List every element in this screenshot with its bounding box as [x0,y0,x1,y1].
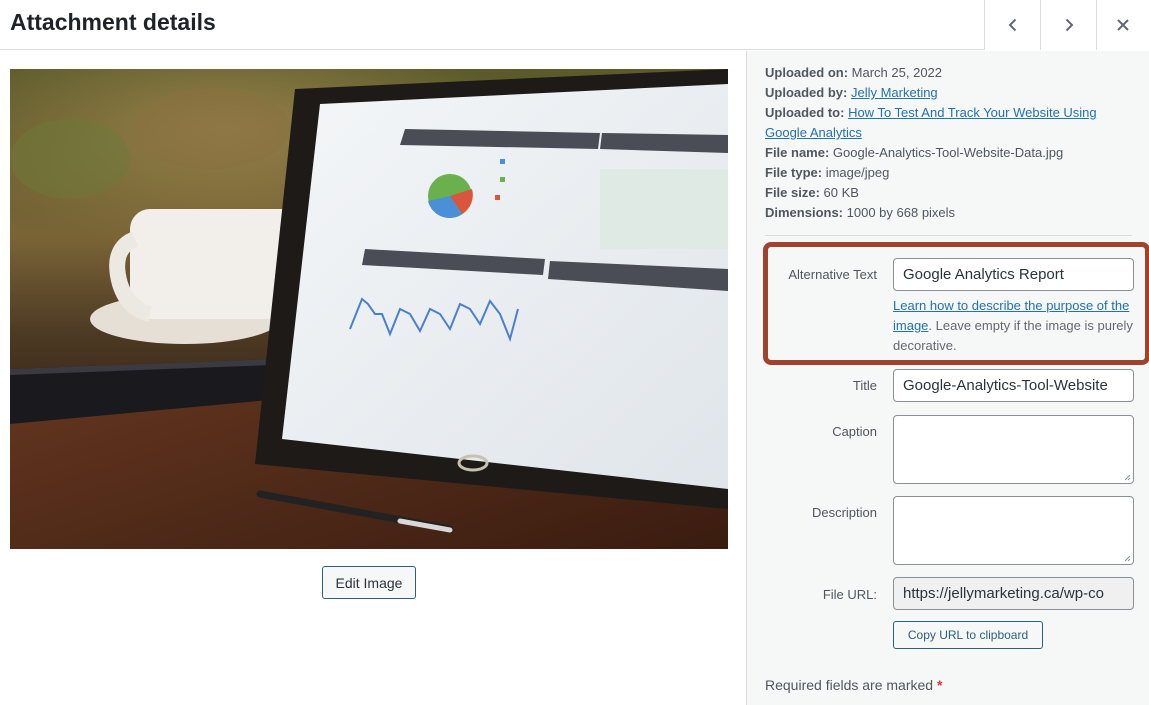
attachment-info-panel: Uploaded on: March 25, 2022 Uploaded by:… [746,51,1149,705]
attachment-image [10,69,728,549]
alt-text-label: Alternative Text [788,267,877,282]
dimensions-row: Dimensions: 1000 by 668 pixels [765,205,956,220]
title-input[interactable]: Google-Analytics-Tool-Website [893,369,1134,402]
uploaded-on-row: Uploaded on: March 25, 2022 [765,65,943,80]
file-size-row: File size: 60 KB [765,185,859,200]
resize-grip-icon[interactable] [1123,473,1131,481]
file-url-input[interactable]: https://jellymarketing.ca/wp-co [893,577,1134,610]
alt-text-help: Learn how to describe the purpose of the… [893,298,1133,353]
attachment-media-view: Edit Image [0,51,746,705]
alt-text-input[interactable]: Google Analytics Report [893,258,1134,291]
next-attachment-button[interactable] [1040,0,1096,50]
chevron-right-icon [1065,18,1073,32]
description-label: Description [811,505,877,520]
close-icon [1117,19,1129,31]
required-star: * [936,677,943,693]
close-button[interactable] [1096,0,1149,50]
caption-textarea[interactable] [893,415,1134,484]
copy-url-button[interactable]: Copy URL to clipboard [893,621,1043,649]
required-fields-note: Required fields are marked * [765,677,943,693]
file-type-value: image/jpeg [825,165,890,180]
uploaded-by-row: Uploaded by: Jelly Marketing [765,85,938,100]
file-name-value: Google-Analytics-Tool-Website-Data.jpg [832,145,1064,160]
photo-illustration [10,69,728,549]
uploaded-to-row: Uploaded to: How To Test And Track Your … [765,105,1097,140]
edit-image-button[interactable]: Edit Image [322,566,416,599]
chevron-left-icon [1008,18,1016,32]
divider [765,235,1132,236]
file-details: Uploaded on: March 25, 2022 Uploaded by:… [765,63,1135,223]
resize-grip-icon[interactable] [1123,554,1131,562]
page-title: Attachment details [10,9,216,35]
dimensions-value: 1000 by 668 pixels [846,205,956,220]
file-url-label: File URL: [822,587,877,602]
file-name-row: File name: Google-Analytics-Tool-Website… [765,145,1064,160]
file-size-value: 60 KB [823,185,859,200]
caption-label: Caption [832,424,877,439]
title-label: Title [852,378,877,393]
modal-header: Attachment details [0,0,1149,50]
file-type-row: File type: image/jpeg [765,165,890,180]
uploaded-by-link[interactable]: Jelly Marketing [851,85,938,100]
uploaded-on-value: March 25, 2022 [851,65,943,80]
previous-attachment-button[interactable] [984,0,1040,50]
description-textarea[interactable] [893,496,1134,565]
